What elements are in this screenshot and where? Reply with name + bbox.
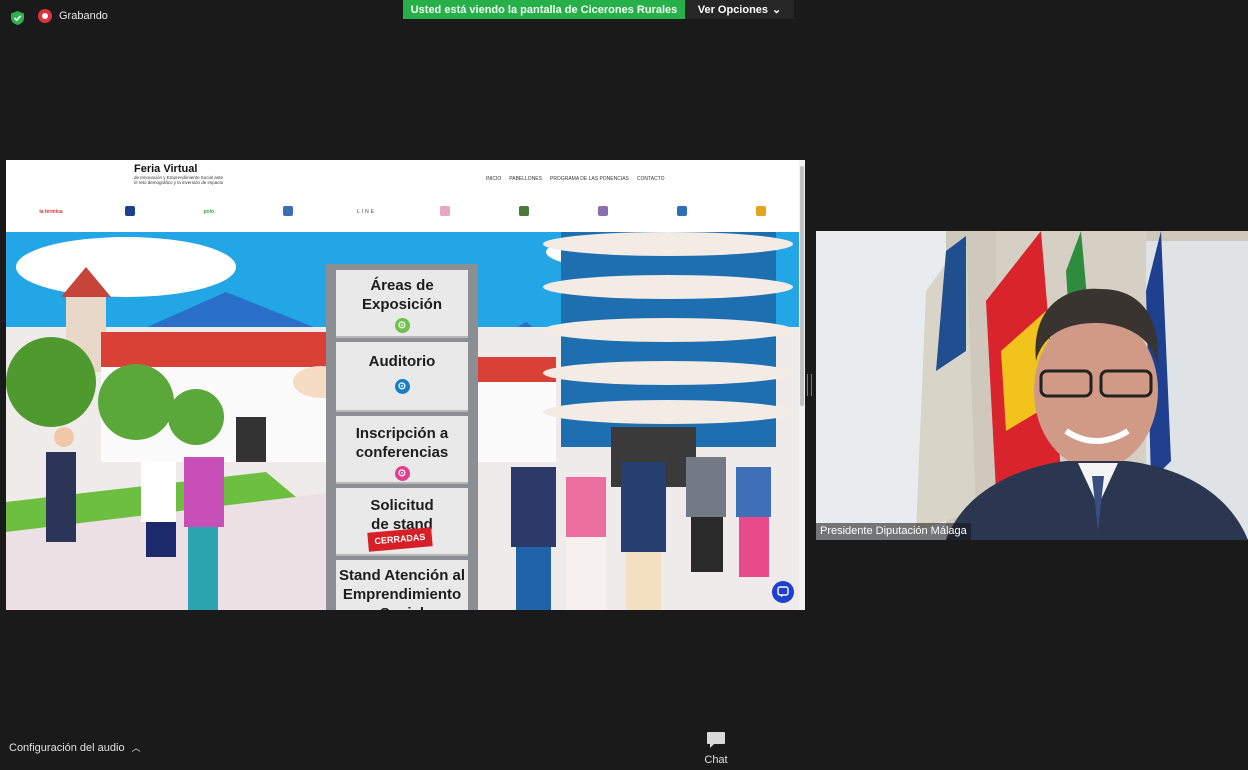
recording-label: Grabando xyxy=(59,10,108,22)
site-chat-icon[interactable] xyxy=(772,581,794,603)
chat-button[interactable]: Chat xyxy=(696,731,736,766)
site-header: Feria Virtual de Innovación y Emprendimi… xyxy=(6,160,799,232)
security-shield-icon[interactable] xyxy=(11,11,24,25)
sponsor-logos: la térmica polo LINE xyxy=(26,206,786,218)
sign-label: Inscripción a conferencias xyxy=(355,425,449,461)
site-nav: INICIO PABELLONES PROGRAMA DE LAS PONENC… xyxy=(486,176,665,182)
nav-item-programa[interactable]: PROGRAMA DE LAS PONENCIAS xyxy=(550,176,629,182)
participant-name-label: Presidente Diputación Málaga xyxy=(816,523,971,540)
sign-label: Stand Atención al Emprendimiento Social xyxy=(338,567,466,610)
sponsor-logo[interactable]: LINE xyxy=(342,209,392,215)
scrollbar-thumb[interactable] xyxy=(800,166,804,406)
nav-item-pabellones[interactable]: PABELLONES xyxy=(509,176,542,182)
sign-conference-registration[interactable]: Inscripción a conferencias ⊙ xyxy=(336,416,468,484)
sponsor-logo[interactable]: la térmica xyxy=(26,209,76,215)
sign-label: Áreas de Exposición xyxy=(361,277,443,313)
arrow-circle-icon: ⊙ xyxy=(394,318,410,333)
sponsor-logo[interactable] xyxy=(736,206,786,218)
sponsor-logo[interactable] xyxy=(420,206,470,218)
panel-splitter-handle[interactable] xyxy=(807,374,812,396)
nav-item-inicio[interactable]: INICIO xyxy=(486,176,501,182)
site-subtitle: de Innovación y Emprendimiento Social an… xyxy=(134,175,224,185)
site-title[interactable]: Feria Virtual xyxy=(134,163,197,175)
sponsor-logo[interactable] xyxy=(578,206,628,218)
sign-auditorium[interactable]: Auditorio ⊙ xyxy=(336,342,468,412)
sponsor-logo[interactable] xyxy=(263,206,313,218)
sponsor-logo[interactable]: polo xyxy=(184,209,234,215)
sponsor-logo[interactable] xyxy=(499,206,549,218)
chevron-up-icon: ︿ xyxy=(131,743,141,753)
participant-video[interactable] xyxy=(816,231,1248,540)
sponsor-logo[interactable] xyxy=(105,206,155,218)
view-options-button[interactable]: Ver Opciones ⌄ xyxy=(685,0,794,19)
nav-item-contacto[interactable]: CONTACTO xyxy=(637,176,665,182)
site-scrollbar[interactable] xyxy=(799,160,805,610)
sign-label: Auditorio xyxy=(368,353,436,370)
recording-indicator[interactable]: Grabando xyxy=(38,9,108,23)
sign-exposition-areas[interactable]: Áreas de Exposición ⊙ xyxy=(336,270,468,338)
screen-share-banner: Usted está viendo la pantalla de Ciceron… xyxy=(403,0,685,19)
record-icon xyxy=(38,9,52,23)
chevron-down-icon: ⌄ xyxy=(772,4,782,16)
arrow-circle-icon: ⊙ xyxy=(394,379,410,394)
hero-illustration: Áreas de Exposición ⊙ Auditorio ⊙ Inscri… xyxy=(6,232,799,610)
sponsor-logo[interactable] xyxy=(657,206,707,218)
chat-label: Chat xyxy=(704,754,728,766)
audio-settings-button[interactable]: Configuración del audio ︿ xyxy=(9,741,141,754)
video-frame-image xyxy=(816,231,1248,540)
sign-label: Solicitud de stand xyxy=(370,497,434,533)
audio-settings-label: Configuración del audio xyxy=(9,741,125,754)
shared-screen: Feria Virtual de Innovación y Emprendimi… xyxy=(6,160,805,610)
sign-social-entrepreneurship[interactable]: Stand Atención al Emprendimiento Social xyxy=(336,560,468,610)
chat-bubble-icon xyxy=(696,731,736,751)
view-options-label: Ver Opciones xyxy=(697,3,769,16)
arrow-circle-icon: ⊙ xyxy=(394,466,410,481)
